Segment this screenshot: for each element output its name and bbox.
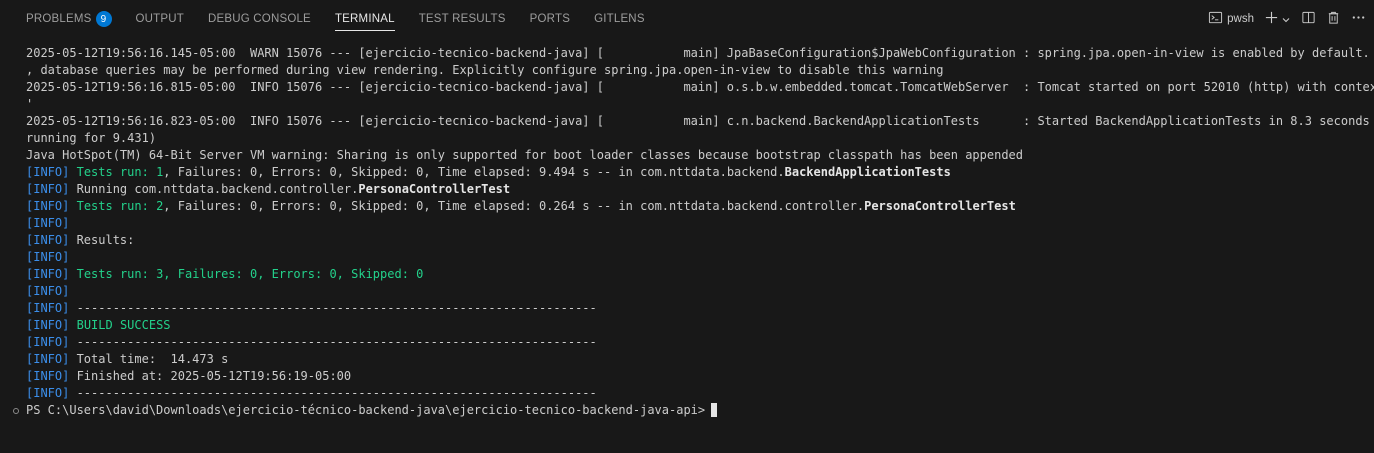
- terminal-text: [INFO]: [26, 250, 70, 264]
- tab-problems[interactable]: PROBLEMS 9: [26, 0, 112, 38]
- tab-label: GITLENS: [594, 13, 645, 25]
- terminal-text: 2025-05-12T19:56:16.145-05:00 WARN 15076…: [26, 46, 1374, 60]
- terminal-line: [INFO] Results:: [26, 232, 1374, 249]
- terminal-line: 2025-05-12T19:56:16.823-05:00 INFO 15076…: [26, 113, 1374, 130]
- tab-debug-console[interactable]: DEBUG CONSOLE: [208, 0, 311, 38]
- terminal-text: PersonaControllerTest: [358, 182, 511, 196]
- terminal-cursor: [711, 403, 718, 417]
- terminal-line: [INFO] Running com.nttdata.backend.contr…: [26, 181, 1374, 198]
- panel-tab-bar: PROBLEMS 9 OUTPUT DEBUG CONSOLE TERMINAL…: [0, 0, 1374, 38]
- tab-label: OUTPUT: [135, 13, 184, 25]
- terminal-text: ----------------------------------------…: [69, 335, 597, 349]
- chevron-down-icon: [1281, 10, 1291, 29]
- terminal-text: Java HotSpot(TM) 64-Bit Server VM warnin…: [26, 148, 1023, 162]
- tab-gitlens[interactable]: GITLENS: [594, 0, 645, 38]
- terminal-prompt-line[interactable]: PS C:\Users\david\Downloads\ejercicio-té…: [0, 402, 1374, 419]
- more-actions-button[interactable]: [1351, 8, 1366, 30]
- terminal-line: [INFO] Tests run: 3, Failures: 0, Errors…: [26, 266, 1374, 283]
- prompt-path: PS C:\Users\david\Downloads\ejercicio-té…: [26, 403, 706, 417]
- terminal-line: [INFO] ---------------------------------…: [26, 334, 1374, 351]
- terminal-text: Finished at: 2025-05-12T19:56:19-05:00: [69, 369, 352, 383]
- terminal-text: [INFO]: [26, 199, 70, 213]
- terminal-text: 2025-05-12T19:56:16.815-05:00 INFO 15076…: [26, 80, 1374, 94]
- terminal-text: , Failures: 0, Errors: 0, Skipped: 0, Ti…: [163, 165, 785, 179]
- terminal-line: [INFO] BUILD SUCCESS: [26, 317, 1374, 334]
- new-terminal-button[interactable]: [1264, 8, 1279, 30]
- terminal-text: [INFO]: [26, 182, 70, 196]
- terminal-line: ': [26, 96, 1374, 113]
- terminal-text: Running com.nttdata.backend.controller.: [69, 182, 359, 196]
- terminal-line: 2025-05-12T19:56:16.145-05:00 WARN 15076…: [26, 45, 1374, 62]
- kill-terminal-button[interactable]: [1326, 8, 1341, 30]
- terminal-icon: [1208, 10, 1223, 29]
- terminal-text: [INFO]: [26, 318, 70, 332]
- terminal-line: [INFO]: [26, 249, 1374, 266]
- tab-label: DEBUG CONSOLE: [208, 13, 311, 25]
- terminal-line: 2025-05-12T19:56:16.815-05:00 INFO 15076…: [26, 79, 1374, 96]
- terminal-line: [INFO] Finished at: 2025-05-12T19:56:19-…: [26, 368, 1374, 385]
- shell-name: pwsh: [1227, 13, 1254, 25]
- terminal-text: BackendApplicationTests: [784, 165, 951, 179]
- terminal-text: [INFO]: [26, 386, 70, 400]
- terminal-text: Tests run: 1: [76, 165, 164, 179]
- terminal-text: INFO: [33, 165, 63, 179]
- prompt-text: PS C:\Users\david\Downloads\ejercicio-té…: [26, 402, 718, 419]
- split-terminal-button[interactable]: [1301, 8, 1316, 30]
- terminal-text: PersonaControllerTest: [864, 199, 1016, 213]
- terminal-line: running for 9.431): [26, 130, 1374, 147]
- terminal-line: Java HotSpot(TM) 64-Bit Server VM warnin…: [26, 147, 1374, 164]
- terminal-profile-button[interactable]: pwsh: [1208, 8, 1254, 30]
- panel-actions: pwsh: [1208, 0, 1374, 38]
- tab-ports[interactable]: PORTS: [530, 0, 570, 38]
- terminal-text: , database queries may be performed duri…: [26, 63, 944, 77]
- terminal-line: [INFO]: [26, 215, 1374, 232]
- tab-label: PORTS: [529, 13, 571, 25]
- terminal-line: [INFO] Tests run: 2, Failures: 0, Errors…: [26, 198, 1374, 215]
- terminal-line: [INFO] ---------------------------------…: [26, 385, 1374, 402]
- terminal-text: [INFO]: [26, 267, 70, 281]
- terminal-line: , database queries may be performed duri…: [26, 62, 1374, 79]
- terminal-text: , Failures: 0, Errors: 0, Skipped: 0, Ti…: [163, 199, 865, 213]
- launch-profile-button[interactable]: [1281, 8, 1291, 30]
- tab-label: PROBLEMS: [26, 13, 92, 25]
- terminal-text: [INFO]: [26, 369, 70, 383]
- tab-label: TEST RESULTS: [418, 13, 506, 25]
- tab-label: TERMINAL: [334, 13, 395, 25]
- terminal-text: [INFO]: [26, 233, 70, 247]
- terminal-line: [INFO] Total time: 14.473 s: [26, 351, 1374, 368]
- tab-test-results[interactable]: TEST RESULTS: [419, 0, 506, 38]
- terminal-line: [INFO]: [26, 283, 1374, 300]
- terminal-text: [INFO]: [26, 284, 70, 298]
- terminal-line: [INFO] ---------------------------------…: [26, 300, 1374, 317]
- tab-output[interactable]: OUTPUT: [136, 0, 184, 38]
- terminal-text: running for 9.431): [26, 131, 157, 145]
- terminal-text: 2025-05-12T19:56:16.823-05:00 INFO 15076…: [26, 114, 1374, 128]
- terminal-line: [INFO] Tests run: 1, Failures: 0, Errors…: [26, 164, 1374, 181]
- terminal-text: [INFO]: [26, 335, 70, 349]
- terminal-text: ----------------------------------------…: [69, 301, 597, 315]
- terminal-text: [INFO]: [26, 352, 70, 366]
- terminal-text: Total time: 14.473 s: [69, 352, 229, 366]
- terminal-text: Tests run: 3, Failures: 0, Errors: 0, Sk…: [76, 267, 424, 281]
- terminal-text: ----------------------------------------…: [69, 386, 597, 400]
- trash-icon: [1326, 10, 1341, 29]
- command-decoration-icon[interactable]: [13, 408, 19, 414]
- terminal-text: ': [26, 97, 34, 111]
- terminal-output[interactable]: 2025-05-12T19:56:16.145-05:00 WARN 15076…: [26, 45, 1374, 447]
- split-icon: [1301, 10, 1316, 29]
- tab-terminal[interactable]: TERMINAL: [334, 0, 395, 38]
- terminal-text: Tests run: 2: [76, 199, 164, 213]
- problems-count-badge: 9: [95, 11, 112, 27]
- terminal-text: ]: [62, 165, 77, 179]
- plus-icon: [1264, 10, 1279, 29]
- more-icon: [1351, 10, 1366, 29]
- terminal-text: [INFO]: [26, 301, 70, 315]
- terminal-text: BUILD SUCCESS: [76, 318, 171, 332]
- terminal-text: Results:: [69, 233, 135, 247]
- terminal-text: [INFO]: [26, 216, 70, 230]
